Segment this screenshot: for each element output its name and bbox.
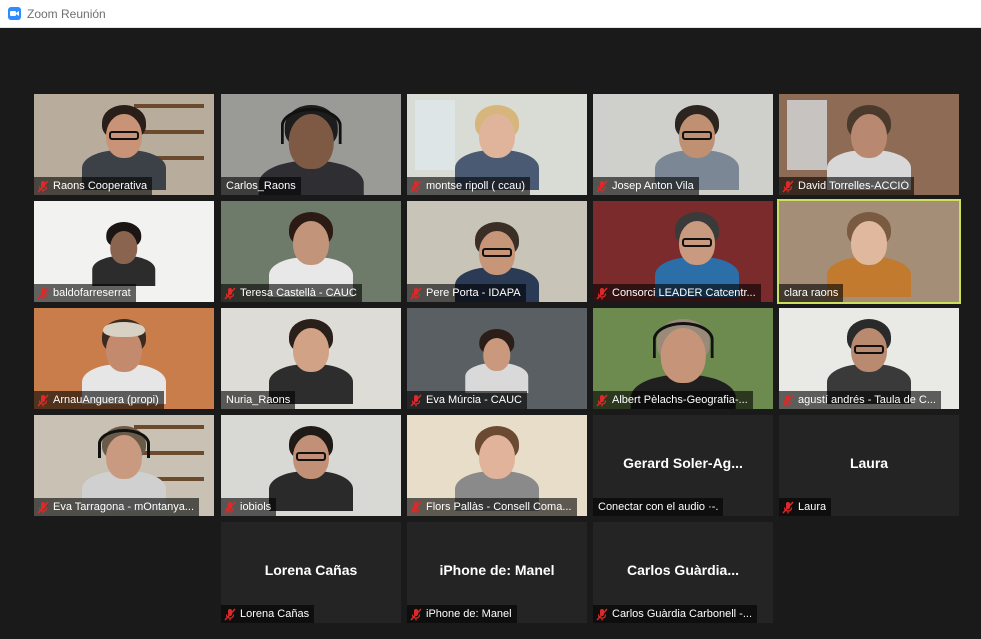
participant-name: Carlos Guàrdia Carbonell -... [612,608,753,620]
participant-name: Laura [798,501,827,513]
participant-name: Albert Pèlachs-Geografia-... [612,394,748,406]
participant-name: Raons Cooperativa [53,180,148,192]
participant-tile[interactable]: iobiols [221,415,401,516]
participant-name-label: agustí andrés - Taula de C... [779,391,941,409]
participant-name: Flors Pallàs - Consell Coma... [426,501,572,513]
participant-name: clara raons [784,287,839,299]
participant-name-label: Lorena Cañas [221,605,315,623]
participant-tile[interactable]: Raons Cooperativa [34,94,214,195]
participant-name-label: David Torrelles-ACCIÓ [779,177,915,195]
participant-name-label: Carlos Guàrdia Carbonell -... [593,605,758,623]
participant-name-label: Consorci LEADER Catcentr... [593,284,761,302]
participant-name: Eva Tarragona - mOntanya... [53,501,195,513]
participant-name-label: iPhone de: Manel [407,605,517,623]
participant-tile[interactable]: Laura Laura [779,415,959,516]
participant-display-name: Lorena Cañas [264,562,358,578]
participant-tile[interactable]: Carlos_Raons [221,94,401,195]
participant-tile[interactable]: baldofarreserrat [34,201,214,302]
participant-name: iPhone de: Manel [426,608,512,620]
participant-name-label: montse ripoll ( ccau) [407,177,531,195]
participant-name-label: Eva Múrcia - CAUC [407,391,527,409]
participant-name: Lorena Cañas [240,608,310,620]
participant-display-name: iPhone de: Manel [439,562,555,578]
participant-tile[interactable]: Albert Pèlachs-Geografia-... [593,308,773,409]
mic-muted-icon [410,501,422,514]
participant-tile[interactable]: Eva Múrcia - CAUC [407,308,587,409]
participant-tile[interactable]: Pere Porta - IDAPA [407,201,587,302]
participant-name-label: clara raons [779,284,844,302]
participant-name-label: Josep Anton Vila [593,177,699,195]
participant-name-label: Flors Pallàs - Consell Coma... [407,498,577,516]
participant-name-label: Teresa Castellà - CAUC [221,284,362,302]
mic-muted-icon [37,180,49,193]
participant-name: montse ripoll ( ccau) [426,180,526,192]
participant-name-label: Raons Cooperativa [34,177,153,195]
participant-tile[interactable]: montse ripoll ( ccau) [407,94,587,195]
participant-tile[interactable]: agustí andrés - Taula de C... [779,308,959,409]
mic-muted-icon [37,501,49,514]
participant-name: David Torrelles-ACCIÓ [798,180,910,192]
mic-muted-icon [596,180,608,193]
participant-tile[interactable]: Josep Anton Vila [593,94,773,195]
participant-display-name: Gerard Soler-Ag... [623,455,743,471]
participant-tile[interactable]: Gerard Soler-Ag... Conectar con el audio … [593,415,773,516]
participant-name: baldofarreserrat [53,287,131,299]
participant-name: Conectar con el audio ·-. [598,501,719,513]
mic-muted-icon [37,394,49,407]
participant-tile[interactable]: Teresa Castellà - CAUC [221,201,401,302]
participant-name: Nuria_Raons [226,394,291,406]
participant-name: Pere Porta - IDAPA [426,287,521,299]
participant-tile[interactable]: Consorci LEADER Catcentr... [593,201,773,302]
participant-name: Josep Anton Vila [612,180,694,192]
participant-display-name: Laura [849,455,889,471]
participant-display-name: Carlos Guàrdia... [626,562,740,578]
participant-name-label: iobiols [221,498,277,516]
mic-muted-icon [410,180,422,193]
participant-tile[interactable]: David Torrelles-ACCIÓ [779,94,959,195]
participant-name-label: baldofarreserrat [34,284,136,302]
participant-name: Carlos_Raons [226,180,296,192]
mic-muted-icon [37,287,49,300]
participant-name-label: ArnauAnguera (propi) [34,391,164,409]
mic-muted-icon [410,608,422,621]
participant-name: Eva Múrcia - CAUC [426,394,522,406]
participant-tile[interactable]: Flors Pallàs - Consell Coma... [407,415,587,516]
mic-muted-icon [410,287,422,300]
mic-muted-icon [596,608,608,621]
participant-name-label: Carlos_Raons [221,177,301,195]
participant-tile[interactable]: ArnauAnguera (propi) [34,308,214,409]
mic-muted-icon [410,394,422,407]
mic-muted-icon [224,501,236,514]
mic-muted-icon [782,180,794,193]
participant-name-label: Albert Pèlachs-Geografia-... [593,391,753,409]
participant-name: Teresa Castellà - CAUC [240,287,357,299]
mic-muted-icon [596,394,608,407]
participant-name-label: Conectar con el audio ·-. [593,498,724,516]
window-title: Zoom Reunión [27,6,106,21]
participant-name: iobiols [240,501,272,513]
mic-muted-icon [224,608,236,621]
zoom-camera-icon [8,7,21,20]
participant-tile[interactable]: Lorena Cañas Lorena Cañas [221,522,401,623]
mic-muted-icon [596,287,608,300]
participant-tile[interactable]: iPhone de: Manel iPhone de: Manel [407,522,587,623]
participant-name-label: Eva Tarragona - mOntanya... [34,498,200,516]
mic-muted-icon [782,501,794,514]
participant-figure [266,415,356,516]
participant-name-label: Nuria_Raons [221,391,296,409]
participant-tile[interactable]: clara raons [777,199,961,304]
participant-name-label: Laura [779,498,832,516]
participant-name-label: Pere Porta - IDAPA [407,284,526,302]
participant-tile[interactable]: Nuria_Raons [221,308,401,409]
mic-muted-icon [782,394,794,407]
participant-tile[interactable]: Eva Tarragona - mOntanya... [34,415,214,516]
mic-muted-icon [224,287,236,300]
participant-name: agustí andrés - Taula de C... [798,394,936,406]
window-titlebar: Zoom Reunión [0,0,981,28]
participant-name: Consorci LEADER Catcentr... [612,287,756,299]
participant-tile[interactable]: Carlos Guàrdia... Carlos Guàrdia Carbonel… [593,522,773,623]
participant-name: ArnauAnguera (propi) [53,394,159,406]
gallery-view: Raons Cooperativa Carlos_Raons montse ripo… [8,29,981,639]
